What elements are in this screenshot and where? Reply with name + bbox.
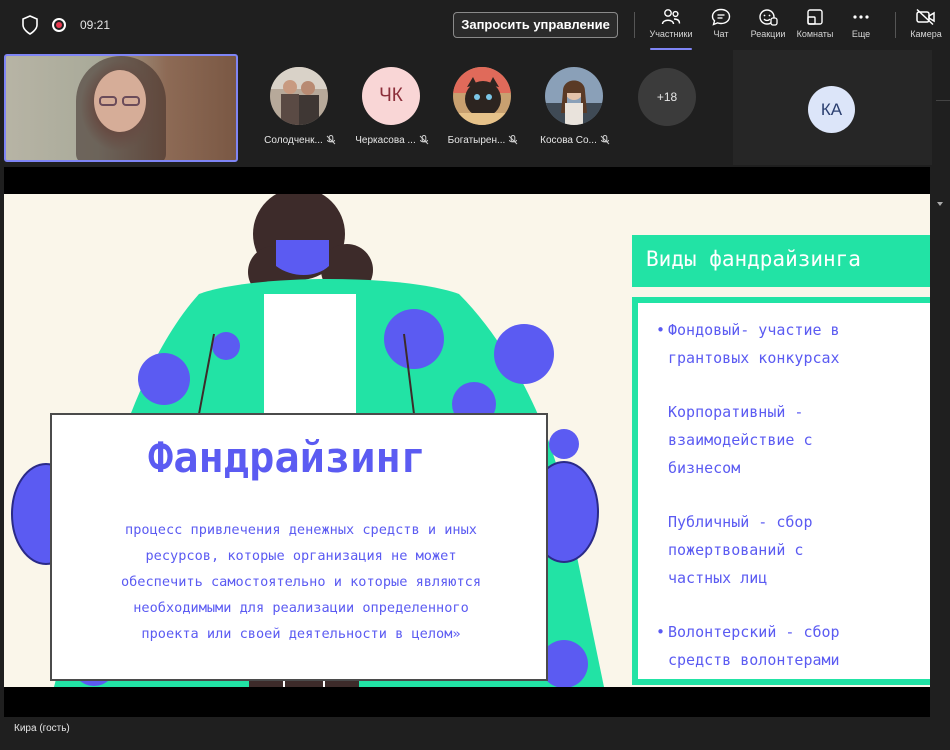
camera-button[interactable]: Камера: [902, 8, 950, 46]
participant-tile[interactable]: Косова Со...: [532, 67, 618, 157]
meeting-toolbar: 09:21 Запросить управление Участники Чат…: [0, 0, 950, 50]
toolbar-divider: [634, 12, 635, 38]
more-participants-button[interactable]: +18: [638, 68, 696, 126]
side-participant-panel: КА: [733, 50, 932, 165]
types-title-banner: Виды фандрайзинга: [632, 235, 930, 287]
request-control-button[interactable]: Запросить управление: [453, 12, 618, 38]
shared-screen: Фандрайзинг процесс привлечения денежных…: [4, 167, 930, 717]
participant-name: Косова Со...: [532, 135, 618, 146]
meeting-timer: 09:21: [80, 18, 111, 32]
type-item-volunteer: • Волонтерский - сбор средств волонтерам…: [656, 623, 840, 669]
presentation-slide: Фандрайзинг процесс привлечения денежных…: [4, 194, 930, 687]
types-title: Виды фандрайзинга: [646, 247, 861, 271]
avatar-initials[interactable]: КА: [808, 86, 855, 133]
self-video-tile[interactable]: [4, 54, 238, 162]
avatar: [270, 67, 328, 125]
presenter-bar: Кира (гость): [4, 717, 930, 743]
participant-name: Богатырен...: [440, 135, 526, 146]
avatar-initials: ЧК: [362, 67, 420, 125]
participants-button[interactable]: Участники: [644, 8, 698, 50]
type-item-corporate: Корпоративный - взаимодействие с бизнесо…: [668, 403, 813, 477]
sign-definition-text: процесс привлечения денежных средств и и…: [120, 522, 482, 642]
scrollbar-track[interactable]: [932, 50, 950, 750]
type-item-public: Публичный - сбор пожертвований с частных…: [668, 513, 813, 587]
scroll-divider: [936, 100, 950, 101]
participants-strip: Солодченк... ЧК Черкасова ... Богатырен.…: [0, 50, 932, 165]
scroll-down-icon[interactable]: [937, 202, 943, 206]
type-item-fund: • Фондовый- участие в грантовых конкурса…: [656, 321, 840, 367]
mic-off-icon: [326, 135, 336, 145]
shield-icon[interactable]: [22, 15, 38, 35]
recording-indicator-icon: [52, 18, 66, 32]
video-glasses-left: [99, 96, 117, 106]
mic-off-icon: [419, 135, 429, 145]
camera-label: Камера: [910, 29, 942, 39]
chat-button[interactable]: Чат: [694, 8, 748, 46]
chat-label: Чат: [713, 29, 729, 39]
reactions-button[interactable]: Реакции: [741, 8, 795, 46]
camera-off-icon: [916, 8, 935, 26]
chat-bubble-icon: [711, 8, 731, 26]
participant-name: Солодченк...: [257, 135, 343, 146]
mic-off-icon: [600, 135, 610, 145]
reactions-label: Реакции: [750, 29, 786, 39]
more-dots-icon: [853, 15, 869, 19]
breakout-rooms-icon: [807, 9, 823, 25]
more-options-button[interactable]: Еще: [834, 8, 888, 46]
video-glasses-right: [122, 96, 140, 106]
participant-tile[interactable]: Богатырен...: [440, 67, 526, 157]
more-label: Еще: [851, 29, 871, 39]
participant-tile[interactable]: Солодченк...: [257, 67, 343, 157]
participants-label: Участники: [649, 29, 693, 39]
types-list-box: • Фондовый- участие в грантовых конкурса…: [632, 297, 930, 685]
people-icon: [661, 9, 681, 25]
sign-title: Фандрайзинг: [147, 433, 427, 482]
toolbar-divider: [895, 12, 896, 38]
presenter-name: Кира (гость): [14, 723, 70, 734]
participant-tile[interactable]: ЧК Черкасова ...: [349, 67, 435, 157]
reaction-hand-icon: [759, 9, 778, 26]
participant-name: Черкасова ...: [349, 135, 435, 146]
avatar: [453, 67, 511, 125]
mic-off-icon: [508, 135, 518, 145]
definition-sign: Фандрайзинг процесс привлечения денежных…: [50, 413, 548, 681]
avatar: [545, 67, 603, 125]
